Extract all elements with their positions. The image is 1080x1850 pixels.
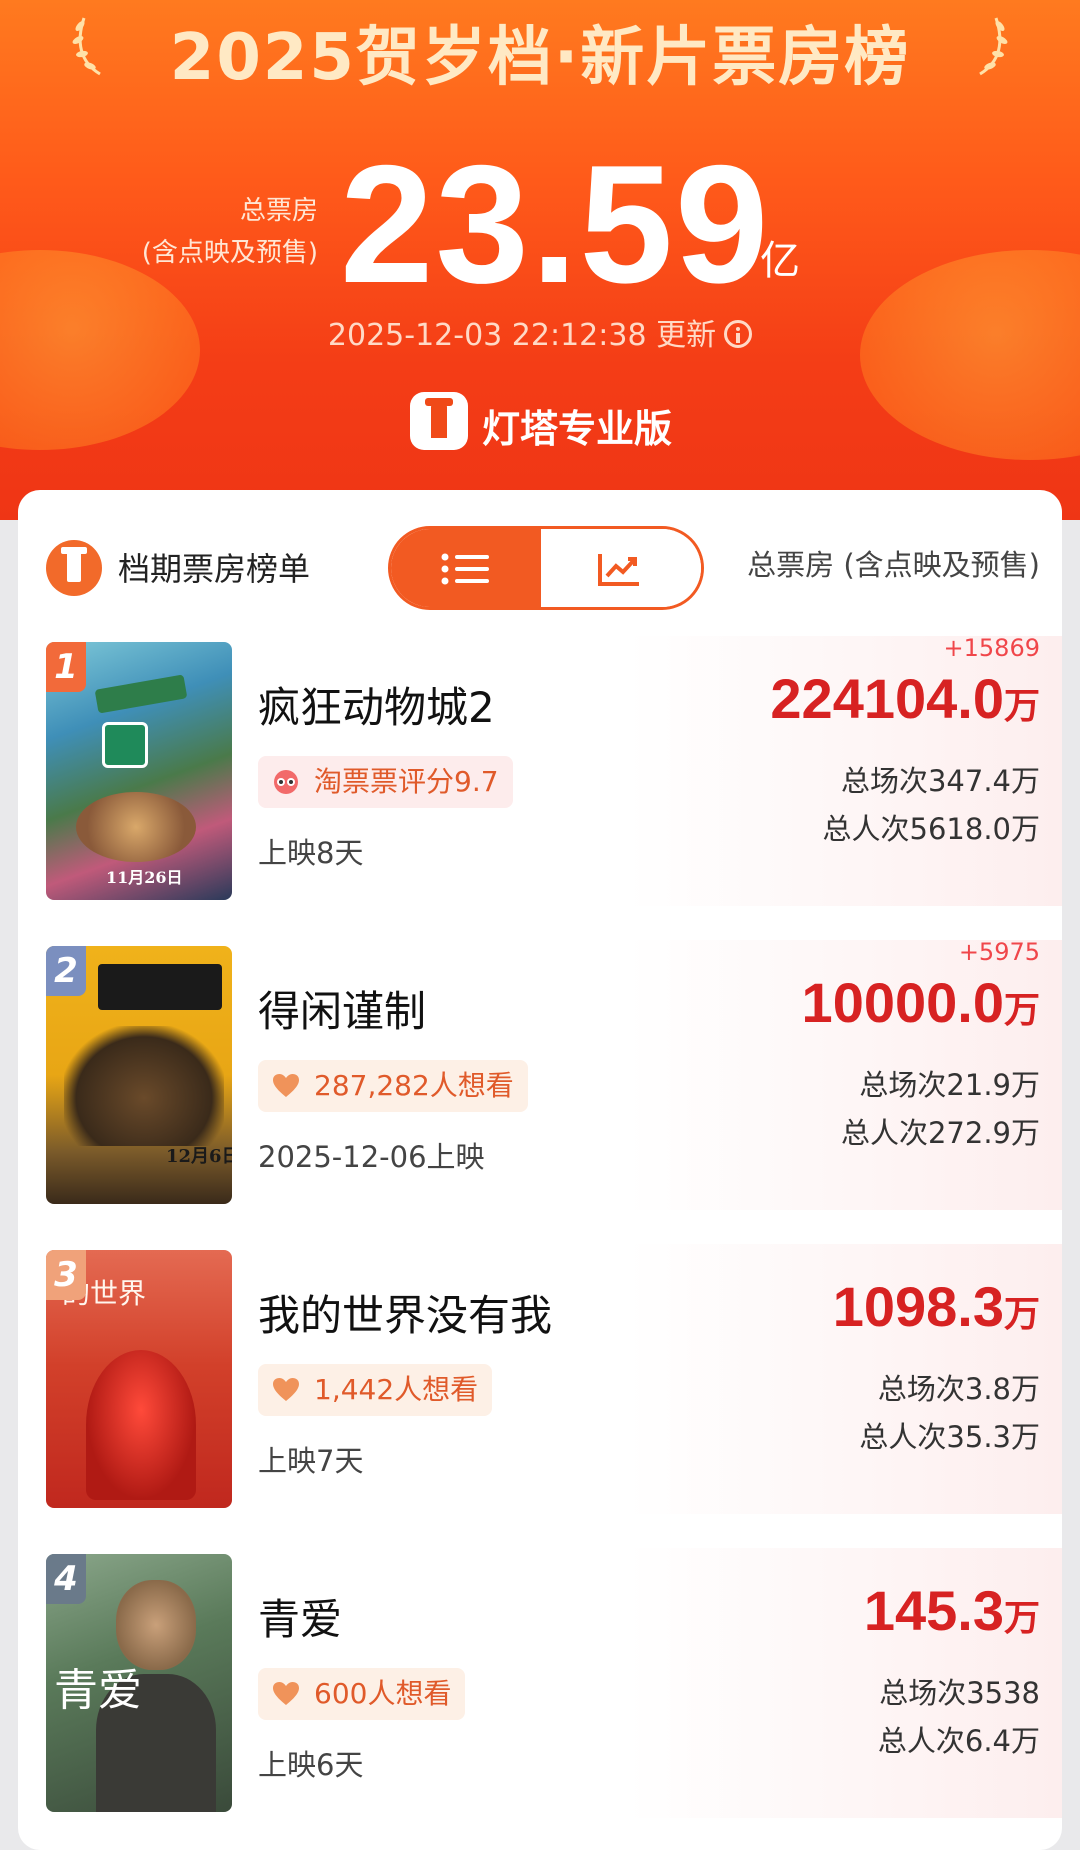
movie-boxoffice: 10000.0万	[802, 970, 1040, 1035]
boxoffice-unit: 万	[1003, 1597, 1040, 1638]
want-to-see-tag: 1,442人想看	[258, 1364, 493, 1416]
movie-boxoffice: 224104.0万	[770, 666, 1040, 731]
movie-boxoffice: 145.3万	[864, 1578, 1040, 1643]
ribbon-decoration-right	[860, 250, 1080, 460]
poster-figures	[64, 1026, 224, 1146]
list-view-button[interactable]	[391, 529, 541, 607]
poster-date: 11月26日	[106, 868, 183, 887]
card-title: 档期票房榜单	[118, 550, 311, 588]
movie-row[interactable]: 青爱 4 青爱 600人想看 上映6天 145.3万 总场次3538 总人次6.…	[18, 1548, 1062, 1818]
brand-name: 灯塔专业版	[482, 407, 673, 451]
movie-row[interactable]: 12月6日 2 得闲谨制 287,282人想看 2025-12-06上映 +59…	[18, 938, 1062, 1210]
taopiaopiao-icon	[274, 770, 298, 794]
total-label-line1: 总票房	[239, 196, 318, 226]
release-status: 2025-12-06上映	[258, 1140, 485, 1174]
want-to-see-text: 600人想看	[314, 1677, 452, 1710]
realtime-delta: +15869	[943, 634, 1040, 662]
view-toggle	[388, 526, 704, 610]
total-admissions: 总人次272.9万	[840, 1116, 1040, 1150]
total-screenings: 总场次347.4万	[840, 764, 1040, 798]
total-screenings: 总场次21.9万	[859, 1068, 1040, 1102]
poster-title-block	[98, 964, 222, 1010]
want-to-see-text: 287,282人想看	[314, 1069, 514, 1102]
lighthouse-logo-icon	[410, 392, 468, 450]
total-admissions: 总人次5618.0万	[822, 812, 1040, 846]
poster-date: 12月6日	[166, 1146, 232, 1167]
trend-chart-icon	[598, 554, 639, 586]
card-caption: 总票房 (含点映及预售)	[747, 548, 1040, 582]
poster-sign	[94, 674, 188, 714]
lighthouse-icon	[46, 540, 102, 596]
page-title: 2025贺岁档·新片票房榜	[169, 21, 911, 95]
movie-title: 我的世界没有我	[258, 1291, 553, 1340]
heart-icon	[273, 1378, 299, 1401]
rank-badge: 4	[46, 1554, 86, 1604]
heart-icon	[273, 1682, 299, 1705]
movie-title: 疯狂动物城2	[258, 683, 495, 732]
movie-poster[interactable]: 青爱 4	[46, 1554, 232, 1812]
movie-title: 青爱	[258, 1595, 343, 1644]
total-boxoffice-value: 23.59	[340, 130, 771, 318]
boxoffice-value: 10000.0	[801, 971, 1004, 1034]
boxoffice-unit: 万	[1003, 989, 1040, 1030]
boxoffice-value: 145.3	[863, 1579, 1004, 1642]
rank-badge: 3	[46, 1250, 86, 1300]
rank-badge: 1	[46, 642, 86, 692]
want-to-see-tag: 600人想看	[258, 1668, 466, 1720]
header-banner: 2025贺岁档·新片票房榜 总票房 (含点映及预售) 23.59 亿 2025-…	[0, 0, 1080, 520]
movie-poster[interactable]: 12月6日 2	[46, 946, 232, 1204]
total-admissions: 总人次35.3万	[859, 1420, 1040, 1454]
boxoffice-value: 1098.3	[832, 1275, 1004, 1338]
poster-characters	[76, 792, 196, 862]
release-status: 上映7天	[258, 1444, 364, 1478]
realtime-delta: +5975	[958, 938, 1040, 966]
release-status: 上映8天	[258, 836, 364, 870]
update-time: 2025-12-03 22:12:38 更新	[0, 310, 1080, 354]
poster-figure	[86, 1350, 196, 1500]
info-icon[interactable]	[724, 319, 753, 348]
want-to-see-text: 1,442人想看	[314, 1373, 479, 1406]
rating-tag: 淘票票评分9.7	[258, 756, 513, 808]
movie-poster[interactable]: 的世界 3	[46, 1250, 232, 1508]
update-time-text: 2025-12-03 22:12:38 更新	[327, 318, 717, 353]
total-boxoffice-unit: 亿	[760, 238, 800, 284]
movie-title: 得闲谨制	[258, 987, 427, 1036]
boxoffice-unit: 万	[1003, 1293, 1040, 1334]
chart-view-button[interactable]	[541, 529, 701, 607]
total-screenings: 总场次3.8万	[877, 1372, 1040, 1406]
total-label-line2: (含点映及预售)	[141, 238, 318, 268]
boxoffice-unit: 万	[1003, 685, 1040, 726]
movie-row[interactable]: 的世界 3 我的世界没有我 1,442人想看 上映7天 1098.3万 总场次3…	[18, 1244, 1062, 1514]
total-screenings: 总场次3538	[879, 1676, 1040, 1710]
ranking-card: 档期票房榜单 总票房 (含点映及预售) 11月26日 1 疯狂动物城2 淘票票评…	[18, 490, 1062, 1850]
rating-tag-text: 淘票票评分9.7	[314, 765, 499, 798]
heart-icon	[273, 1074, 299, 1097]
poster-sign-2	[102, 722, 148, 768]
boxoffice-value: 224104.0	[770, 667, 1004, 730]
release-status: 上映6天	[258, 1748, 364, 1782]
poster-title-text: 青爱	[54, 1665, 142, 1716]
movie-poster[interactable]: 11月26日 1	[46, 642, 232, 900]
movie-boxoffice: 1098.3万	[833, 1274, 1040, 1339]
movie-row[interactable]: 11月26日 1 疯狂动物城2 淘票票评分9.7 上映8天 +15869 224…	[18, 634, 1062, 906]
total-label: 总票房 (含点映及预售)	[142, 190, 318, 274]
total-admissions: 总人次6.4万	[877, 1724, 1040, 1758]
want-to-see-tag: 287,282人想看	[258, 1060, 528, 1112]
list-icon	[441, 553, 489, 585]
rank-badge: 2	[46, 946, 86, 996]
